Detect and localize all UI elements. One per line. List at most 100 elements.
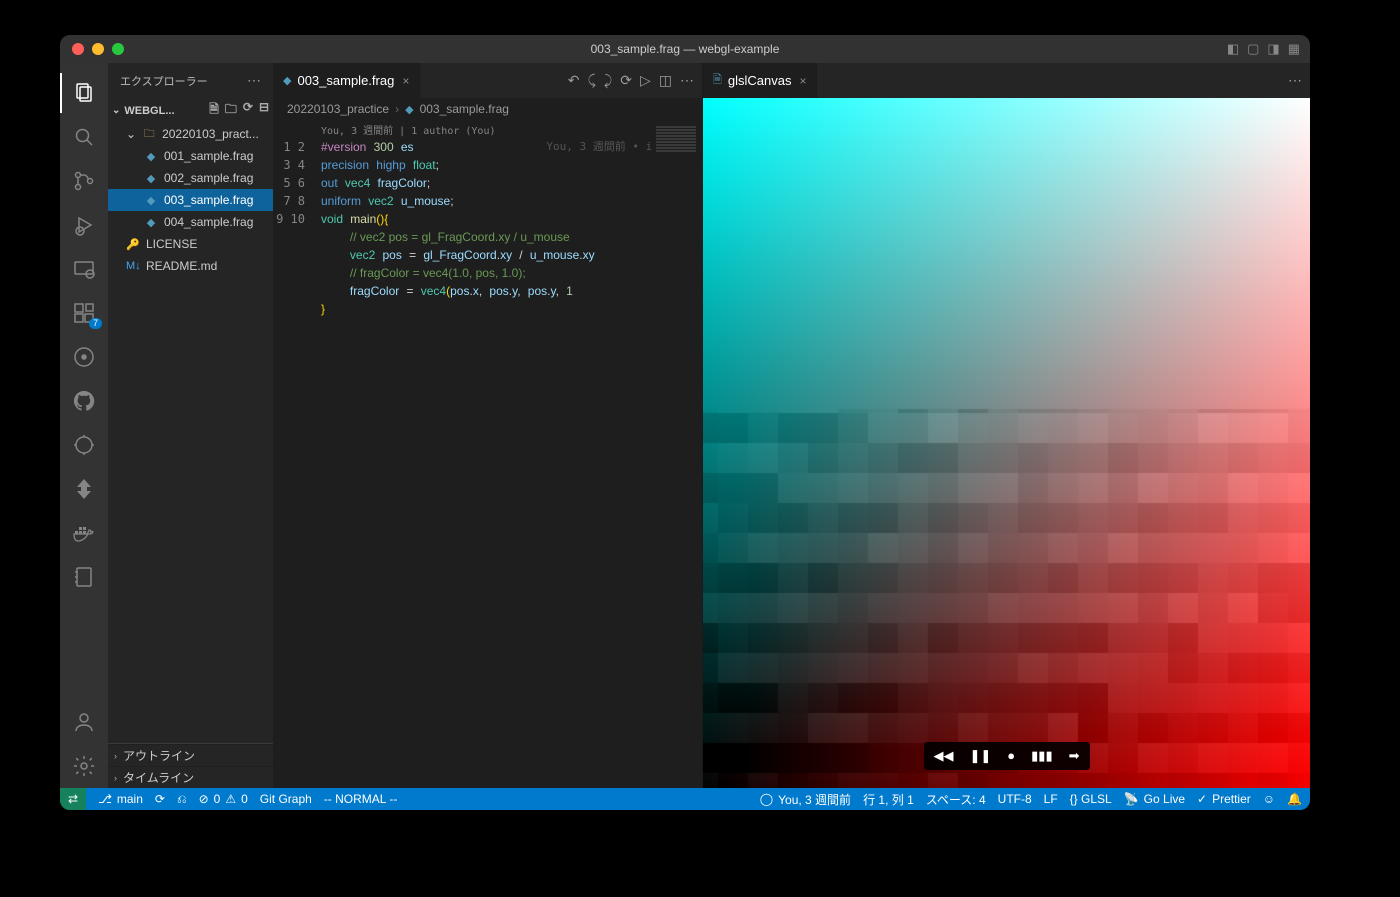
new-file-icon[interactable]: 🗎 bbox=[209, 100, 219, 121]
stats-icon[interactable]: ▮▮▮ bbox=[1031, 748, 1052, 764]
git-branch[interactable]: ⎇main bbox=[98, 792, 143, 806]
code-editor[interactable]: You, 3 週間前 | 1 author (You) 1 2 3 4 5 6 … bbox=[273, 120, 702, 788]
explorer-icon[interactable] bbox=[60, 71, 108, 115]
sidebar-title: エクスプローラー bbox=[120, 73, 208, 89]
notifications-icon[interactable]: 🔔 bbox=[1287, 792, 1302, 806]
file-row[interactable]: M↓README.md bbox=[108, 255, 273, 277]
person-icon: ◯ bbox=[760, 792, 773, 806]
git-graph-status[interactable]: Git Graph bbox=[260, 792, 312, 806]
search-icon[interactable] bbox=[60, 115, 108, 159]
split-icon[interactable]: ◫ bbox=[659, 72, 672, 89]
file-row[interactable]: ◆001_sample.frag bbox=[108, 145, 273, 167]
glsl-preview[interactable]: ◀◀ ❚❚ ● ▮▮▮ ➡ bbox=[703, 98, 1310, 788]
activity-bar: 7 bbox=[60, 63, 108, 788]
file-label: LICENSE bbox=[146, 237, 197, 251]
folder-row[interactable]: ⌄ 🗀 20220103_pract... bbox=[108, 123, 273, 145]
extensions-icon[interactable]: 7 bbox=[60, 291, 108, 335]
new-folder-icon[interactable]: 🗀 bbox=[225, 100, 237, 121]
minimap[interactable] bbox=[652, 120, 702, 788]
explorer-toolbar: 🗎 🗀 ⟳ ⊟ bbox=[209, 100, 269, 121]
encoding[interactable]: UTF-8 bbox=[998, 792, 1032, 806]
toggle-secondary-sidebar-icon[interactable]: ◨ bbox=[1267, 41, 1279, 57]
more-icon[interactable]: ⋯ bbox=[680, 72, 694, 89]
collapse-icon[interactable]: ⊟ bbox=[259, 100, 269, 121]
check-icon: ✓ bbox=[1197, 792, 1207, 806]
customize-layout-icon[interactable]: ▦ bbox=[1288, 41, 1300, 57]
tree-icon[interactable] bbox=[60, 467, 108, 511]
line-gutter: 1 2 3 4 5 6 7 8 9 10 bbox=[273, 120, 313, 788]
git-graph-icon[interactable] bbox=[60, 335, 108, 379]
toggle-panel-icon[interactable]: ▢ bbox=[1247, 41, 1259, 57]
accounts-icon[interactable] bbox=[60, 700, 108, 744]
gitlens-icon[interactable] bbox=[60, 423, 108, 467]
sidebar-bottom: ›アウトライン ›タイムライン bbox=[108, 743, 273, 788]
blame-status[interactable]: ◯You, 3 週間前 bbox=[760, 791, 851, 808]
file-row-selected[interactable]: ◆003_sample.frag bbox=[108, 189, 273, 211]
close-tab-icon[interactable]: × bbox=[402, 74, 409, 88]
tab-editor[interactable]: ◆ 003_sample.frag × bbox=[273, 63, 420, 98]
code-content[interactable]: #version 300 es precision highp float; o… bbox=[313, 120, 702, 788]
forward-icon[interactable]: ➡ bbox=[1069, 748, 1080, 764]
indentation[interactable]: スペース: 4 bbox=[926, 791, 986, 808]
step3-icon[interactable]: ⟳ bbox=[620, 72, 632, 89]
titlebar: 003_sample.frag — webgl-example ◧ ▢ ◨ ▦ bbox=[60, 35, 1310, 63]
timeline-section[interactable]: ›タイムライン bbox=[108, 766, 273, 788]
file-row[interactable]: 🔑LICENSE bbox=[108, 233, 273, 255]
revert-icon[interactable]: ↶ bbox=[568, 72, 580, 89]
tab-preview[interactable]: 🗎 glslCanvas × bbox=[703, 63, 817, 98]
chevron-down-icon: ⌄ bbox=[112, 105, 120, 116]
prettier-status[interactable]: ✓Prettier bbox=[1197, 792, 1251, 806]
preview-controls: ◀◀ ❚❚ ● ▮▮▮ ➡ bbox=[923, 742, 1089, 770]
broadcast-icon: 📡 bbox=[1124, 792, 1139, 806]
breadcrumb-folder: 20220103_practice bbox=[287, 102, 389, 116]
glsl-file-icon: ◆ bbox=[144, 216, 158, 229]
step-icon[interactable]: ⤹ bbox=[587, 72, 595, 89]
rewind-icon[interactable]: ◀◀ bbox=[933, 748, 953, 764]
feedback-icon[interactable]: ☺ bbox=[1263, 792, 1275, 806]
settings-icon[interactable] bbox=[60, 744, 108, 788]
cursor-position[interactable]: 行 1, 列 1 bbox=[863, 791, 914, 808]
breadcrumb-file: 003_sample.frag bbox=[420, 102, 509, 116]
chevron-right-icon: › bbox=[114, 773, 117, 783]
minimize-window-button[interactable] bbox=[92, 43, 104, 55]
run-icon[interactable]: ▷ bbox=[640, 72, 651, 89]
file-row[interactable]: ◆004_sample.frag bbox=[108, 211, 273, 233]
docker-icon[interactable] bbox=[60, 511, 108, 555]
codelens[interactable]: You, 3 週間前 | 1 author (You) bbox=[321, 122, 496, 137]
sync-button[interactable]: ⟳ bbox=[155, 792, 165, 806]
outline-section[interactable]: ›アウトライン bbox=[108, 744, 273, 766]
outline-label: アウトライン bbox=[123, 747, 195, 764]
problems[interactable]: ⊘0 ⚠0 bbox=[199, 792, 248, 806]
close-window-button[interactable] bbox=[72, 43, 84, 55]
window-controls bbox=[60, 43, 124, 55]
project-section-header[interactable]: ⌄ WEBGL... 🗎 🗀 ⟳ ⊟ bbox=[108, 98, 273, 123]
file-row[interactable]: ◆002_sample.frag bbox=[108, 167, 273, 189]
sidebar-more-icon[interactable]: ⋯ bbox=[247, 72, 261, 89]
notebook-icon[interactable] bbox=[60, 555, 108, 599]
step2-icon[interactable]: ⤸ bbox=[604, 72, 612, 89]
chevron-right-icon: › bbox=[395, 102, 399, 116]
git-action[interactable]: ⎌ bbox=[177, 792, 187, 807]
github-icon[interactable] bbox=[60, 379, 108, 423]
record-icon[interactable]: ● bbox=[1007, 748, 1015, 764]
source-control-icon[interactable] bbox=[60, 159, 108, 203]
maximize-window-button[interactable] bbox=[112, 43, 124, 55]
breadcrumb[interactable]: 20220103_practice › ◆ 003_sample.frag bbox=[273, 98, 702, 120]
toggle-primary-sidebar-icon[interactable]: ◧ bbox=[1227, 41, 1239, 57]
close-tab-icon[interactable]: × bbox=[799, 74, 806, 88]
pause-icon[interactable]: ❚❚ bbox=[969, 748, 991, 764]
go-live[interactable]: 📡Go Live bbox=[1124, 792, 1185, 806]
shader-canvas bbox=[703, 98, 1310, 788]
language-mode[interactable]: {} GLSL bbox=[1070, 792, 1112, 806]
remote-indicator[interactable]: ⇄ bbox=[60, 788, 86, 810]
remote-explorer-icon[interactable] bbox=[60, 247, 108, 291]
project-name: WEBGL... bbox=[124, 105, 174, 117]
run-debug-icon[interactable] bbox=[60, 203, 108, 247]
more-icon[interactable]: ⋯ bbox=[1288, 72, 1302, 89]
refresh-icon[interactable]: ⟳ bbox=[243, 100, 253, 121]
editor-actions: ↶ ⤹ ⤸ ⟳ ▷ ◫ ⋯ bbox=[560, 63, 702, 98]
chevron-down-icon: ⌄ bbox=[126, 127, 136, 141]
extensions-badge: 7 bbox=[89, 318, 102, 329]
tab-label: glslCanvas bbox=[728, 73, 792, 88]
eol[interactable]: LF bbox=[1044, 792, 1058, 806]
